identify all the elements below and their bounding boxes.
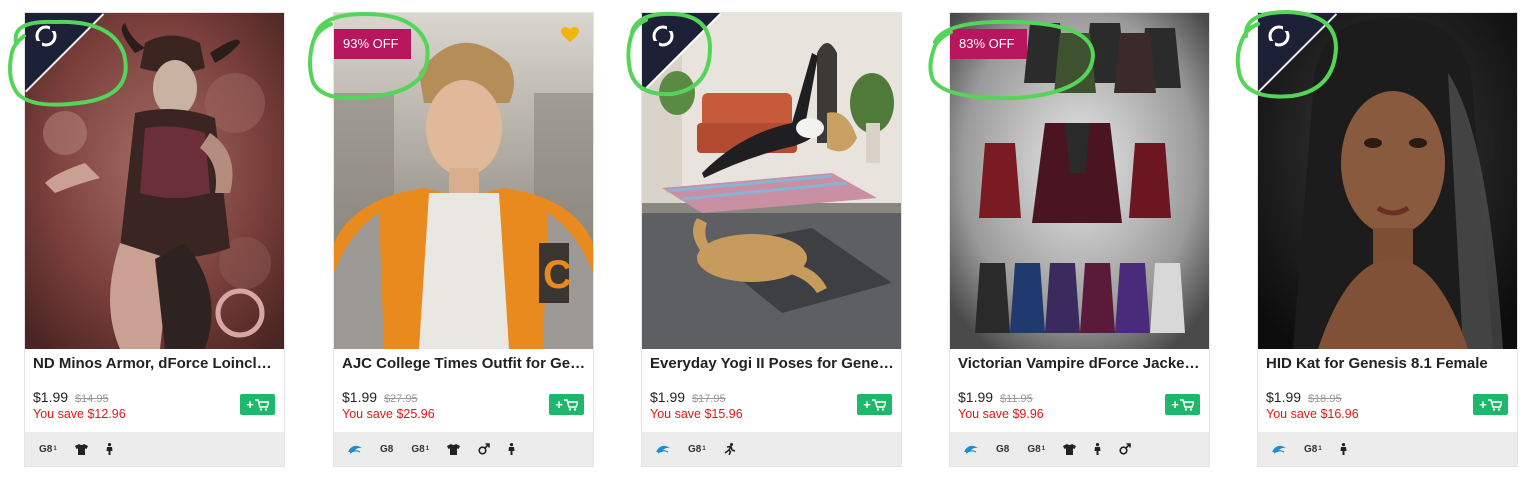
product-card[interactable]: Everyday Yogi II Poses for Genesis 8.1..… (641, 12, 902, 467)
heart-icon[interactable] (561, 27, 579, 43)
product-card[interactable]: HID Kat for Genesis 8.1 Female $1.99 $18… (1257, 12, 1518, 467)
product-tags: G8 1 (1258, 432, 1517, 466)
product-image[interactable]: 83% OFF (950, 13, 1209, 349)
product-image[interactable] (25, 13, 284, 349)
product-image[interactable] (642, 13, 901, 349)
dforce-icon (348, 444, 362, 454)
add-label: + (555, 397, 563, 412)
price-line: $1.99 $11.95 (958, 389, 1033, 405)
dforce-icon (964, 444, 978, 454)
add-to-cart-button[interactable]: + (857, 394, 892, 415)
product-tags: G8 G8 1 (334, 432, 593, 466)
tag-g8: G8 (380, 443, 394, 455)
price-line: $1.99 $18.95 (1266, 389, 1342, 405)
price-line: $1.99 $27.95 (342, 389, 418, 405)
add-to-cart-button[interactable]: + (240, 394, 275, 415)
current-price: $1.99 (1266, 389, 1302, 405)
product-title[interactable]: ND Minos Armor, dForce Loincloth... (33, 355, 278, 372)
female-icon (106, 443, 113, 455)
original-price: $11.95 (999, 393, 1033, 405)
original-price: $14.95 (74, 393, 109, 405)
svg-text:C: C (543, 253, 572, 297)
shirt-icon (74, 443, 88, 455)
add-label: + (863, 397, 871, 412)
dforce-icon (1272, 444, 1286, 454)
refresh-icon (1268, 25, 1290, 47)
product-card[interactable]: 83% OFF Victorian Vampire dForce Jacket … (949, 12, 1210, 467)
tag-g8: G8 (996, 443, 1010, 455)
tag-g81: G8 1 (411, 443, 430, 455)
tag-g81: G8 1 (688, 443, 706, 455)
product-title[interactable]: Everyday Yogi II Poses for Genesis 8.1..… (650, 355, 895, 372)
current-price: $1.99 (958, 389, 994, 405)
savings-text: You save $9.96 (958, 407, 1044, 421)
add-to-cart-button[interactable]: + (1165, 394, 1200, 415)
savings-text: You save $15.96 (650, 407, 743, 421)
current-price: $1.99 (33, 389, 69, 405)
savings-text: You save $25.96 (342, 407, 435, 421)
tag-g81: G8 1 (1027, 443, 1046, 455)
female-icon (508, 443, 515, 455)
cart-icon (1487, 398, 1502, 411)
shirt-icon (447, 443, 461, 455)
savings-text: You save $12.96 (33, 407, 126, 421)
tag-g81: G8 1 (1304, 443, 1322, 455)
product-image-art (950, 13, 1209, 349)
sale-badge: 83% OFF (950, 29, 1027, 59)
add-label: + (1479, 397, 1487, 412)
refresh-icon (35, 25, 57, 47)
product-title[interactable]: HID Kat for Genesis 8.1 Female (1266, 355, 1511, 372)
product-tags: G8 1 (25, 432, 284, 466)
product-image-art: C (334, 13, 593, 349)
product-card[interactable]: C 93% OFF AJC College Times Outfit for G… (333, 12, 594, 467)
current-price: $1.99 (650, 389, 686, 405)
product-tags: G8 1 (642, 432, 901, 466)
cart-icon (254, 398, 269, 411)
sale-badge: 93% OFF (334, 29, 411, 59)
cart-icon (871, 398, 886, 411)
add-label: + (246, 397, 254, 412)
pose-icon (724, 443, 736, 455)
product-tags: G8 G8 1 (950, 432, 1209, 466)
dforce-icon (656, 444, 670, 454)
savings-text: You save $16.96 (1266, 407, 1359, 421)
price-line: $1.99 $17.95 (650, 389, 726, 405)
add-to-cart-button[interactable]: + (549, 394, 584, 415)
product-title[interactable]: AJC College Times Outfit for Genesis 8..… (342, 355, 587, 372)
product-title[interactable]: Victorian Vampire dForce Jacket for G8..… (958, 355, 1203, 372)
male-icon (1119, 443, 1131, 455)
male-icon (478, 443, 490, 455)
original-price: $18.95 (1307, 393, 1342, 405)
add-to-cart-button[interactable]: + (1473, 394, 1508, 415)
cart-icon (1179, 398, 1194, 411)
refresh-icon (652, 25, 674, 47)
tag-g81: G8 1 (39, 443, 57, 455)
cart-icon (563, 398, 578, 411)
female-icon (1340, 443, 1347, 455)
original-price: $27.95 (383, 393, 418, 405)
product-card[interactable]: ND Minos Armor, dForce Loincloth... $1.9… (24, 12, 285, 467)
current-price: $1.99 (342, 389, 378, 405)
price-line: $1.99 $14.95 (33, 389, 109, 405)
product-image[interactable]: C 93% OFF (334, 13, 593, 349)
female-icon (1094, 443, 1101, 455)
shirt-icon (1063, 443, 1077, 455)
original-price: $17.95 (691, 393, 726, 405)
add-label: + (1171, 397, 1179, 412)
product-image[interactable] (1258, 13, 1517, 349)
